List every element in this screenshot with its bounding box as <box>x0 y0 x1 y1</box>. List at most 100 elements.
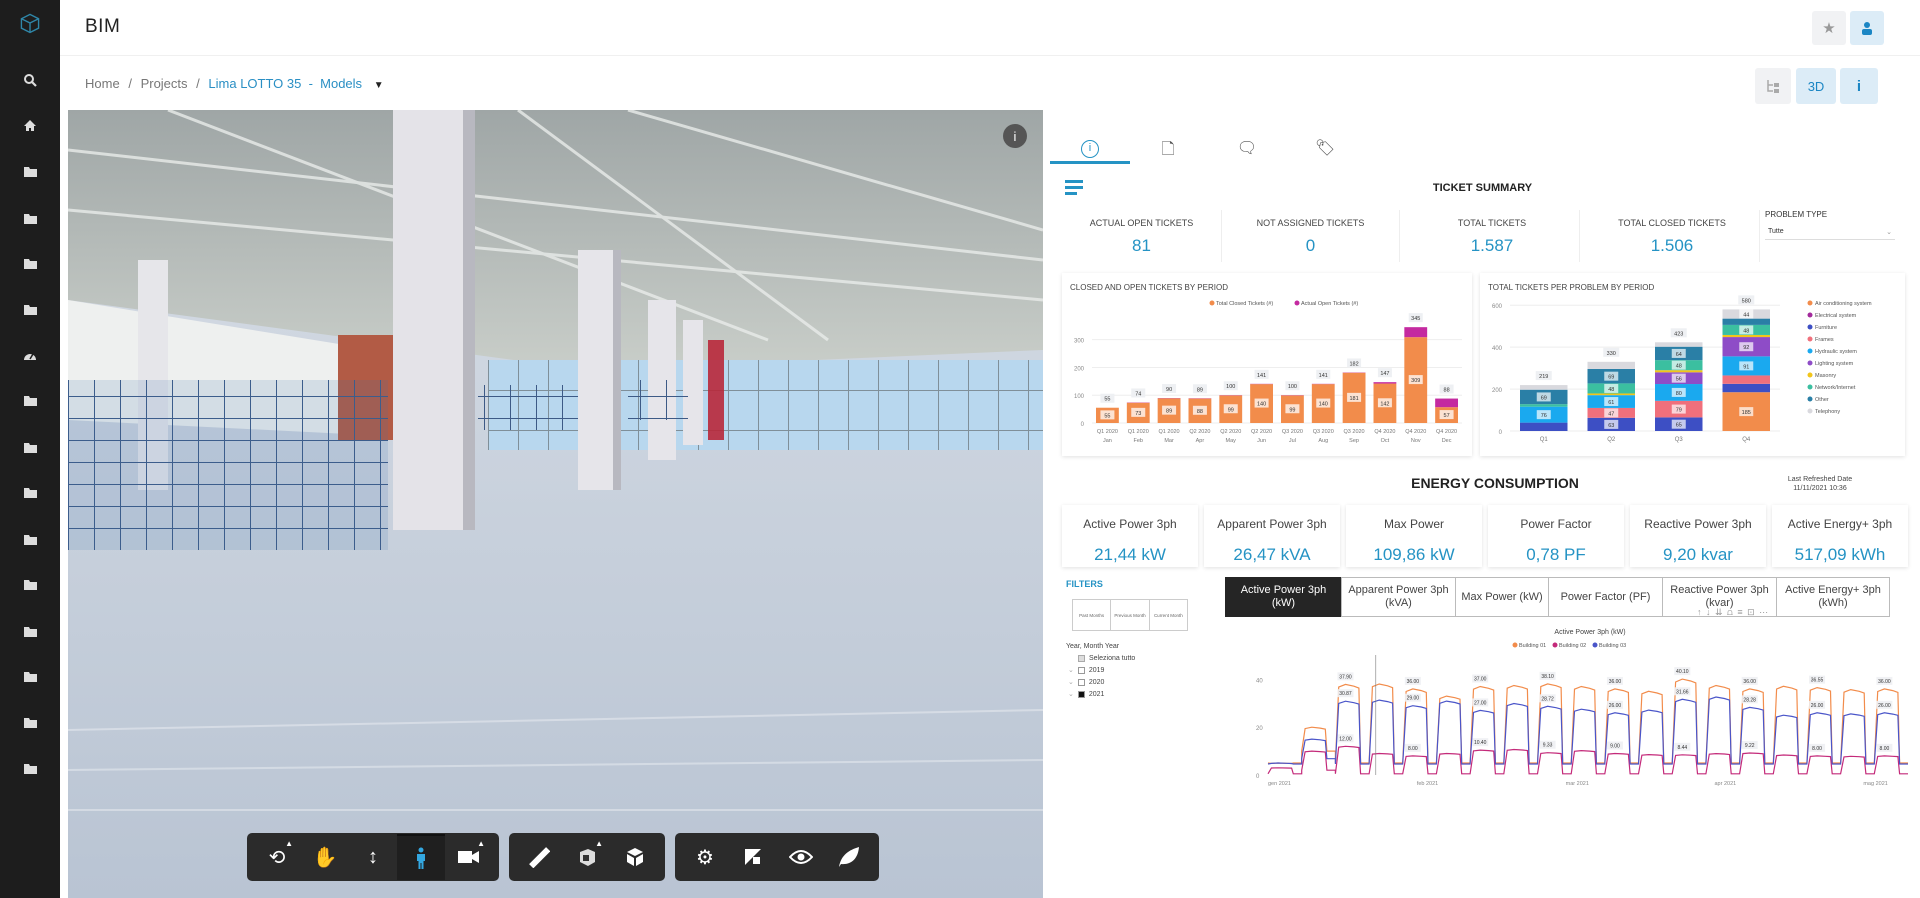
year-option[interactable]: ⌄ 2019 <box>1068 666 1202 674</box>
info-button[interactable]: i <box>1840 68 1878 104</box>
breadcrumb-projects[interactable]: Projects <box>141 76 188 91</box>
x-tick-label: Q2 2020 <box>1220 429 1241 435</box>
project-dropdown-caret-icon[interactable]: ▼ <box>374 80 384 91</box>
sidebar-item-folder[interactable] <box>18 390 42 410</box>
camera-tool-button[interactable]: ▲ <box>445 834 493 880</box>
sidebar-item-folder[interactable] <box>18 299 42 319</box>
year-option[interactable]: ⌄ 2020 <box>1068 678 1202 686</box>
tab-documents[interactable]: 🗋 <box>1128 138 1208 165</box>
3d-view-button[interactable]: 3D <box>1796 68 1836 104</box>
info-circle-icon: i <box>1081 140 1099 158</box>
3d-model-viewer[interactable]: i <box>68 110 1043 898</box>
kpi-value: 1.587 <box>1470 236 1514 255</box>
legend-marker <box>1807 408 1813 414</box>
visual-header-icons[interactable]: ↑ ↓ ⇊ ⩍ ≡ ⊡ ⋯ <box>1697 607 1769 618</box>
properties-button[interactable] <box>777 834 825 880</box>
year-checkbox[interactable] <box>1077 678 1085 686</box>
bar-segment <box>1722 334 1770 338</box>
data-label: 88 <box>1197 409 1203 415</box>
chevron-down-icon[interactable]: ⌄ <box>1068 678 1074 686</box>
first-person-tool-button[interactable] <box>397 834 445 880</box>
chevron-down-icon[interactable]: ⌄ <box>1068 690 1074 698</box>
data-label: 76 <box>1541 413 1547 419</box>
pan-tool-button[interactable]: ✋ <box>301 834 349 880</box>
sidebar-item-search[interactable] <box>18 70 42 90</box>
filters-title: FILTERS <box>1066 579 1103 589</box>
bar-segment <box>1655 370 1703 373</box>
legend-label: Building 01 <box>1519 643 1546 649</box>
favorite-button[interactable]: ★ <box>1812 11 1846 45</box>
current-month-button[interactable]: Current Month <box>1150 600 1187 630</box>
metric-tab[interactable]: Active Energy+ 3ph (kWh) <box>1776 577 1890 617</box>
measure-tool-button[interactable] <box>515 834 563 880</box>
previous-month-button[interactable]: Previous Month <box>1111 600 1150 630</box>
metric-tab[interactable]: Power Factor (PF) <box>1548 577 1663 617</box>
environment-button[interactable] <box>825 834 873 880</box>
sidebar-item-dashboard[interactable] <box>18 345 42 365</box>
data-label: 8.44 <box>1677 745 1687 751</box>
sidebar-item-folder[interactable] <box>18 712 42 732</box>
sidebar-item-folder[interactable] <box>18 208 42 228</box>
section-tool-button[interactable]: ▲ <box>563 834 611 880</box>
sidebar-item-folder[interactable] <box>18 666 42 686</box>
vertical-arrows-icon: ↕ <box>368 845 378 868</box>
bar-segment <box>1404 327 1428 338</box>
breadcrumb-current-project[interactable]: Lima LOTTO 35 - Models <box>208 76 362 91</box>
tab-info[interactable]: i <box>1050 138 1130 158</box>
viewer-info-button[interactable]: i <box>1003 124 1027 148</box>
hamburger-menu-icon[interactable] <box>1065 180 1083 195</box>
total-label: 89 <box>1197 387 1203 393</box>
checkbox-partial[interactable] <box>1078 655 1085 662</box>
sidebar-item-home[interactable] <box>18 115 42 135</box>
x-tick-label: Nov <box>1411 438 1421 444</box>
ruler-icon <box>529 847 550 868</box>
sidebar-item-folder[interactable] <box>18 758 42 778</box>
breadcrumb-separator: / <box>196 76 200 91</box>
data-label: 10.40 <box>1474 740 1487 746</box>
chevron-down-icon[interactable]: ⌄ <box>1068 666 1074 674</box>
user-button[interactable] <box>1850 11 1884 45</box>
settings-button[interactable]: ⚙ <box>681 834 729 880</box>
folder-icon <box>23 534 37 545</box>
year-option[interactable]: ⌄ 2021 <box>1068 690 1202 698</box>
sidebar-item-folder[interactable] <box>18 482 42 502</box>
data-label: 28.72 <box>1541 696 1554 702</box>
orbit-tool-button[interactable]: ⟲ ▲ <box>253 834 301 880</box>
explode-tool-button[interactable] <box>611 834 659 880</box>
metric-tab[interactable]: Active Power 3ph (kW) <box>1225 577 1342 617</box>
data-label: 185 <box>1742 410 1751 416</box>
metric-tab[interactable]: Apparent Power 3ph (kVA) <box>1341 577 1456 617</box>
folder-icon <box>23 442 37 453</box>
x-tick-label: mag 2021 <box>1863 781 1887 787</box>
x-tick-label: Q1 2020 <box>1159 429 1180 435</box>
tab-tags[interactable]: 🏷 <box>1285 138 1365 158</box>
model-tree-button[interactable] <box>1755 68 1791 104</box>
past-months-button[interactable]: Past Months <box>1073 600 1112 630</box>
year-checkbox[interactable] <box>1077 690 1085 698</box>
breadcrumb-home[interactable]: Home <box>85 76 120 91</box>
year-checkbox[interactable] <box>1077 666 1085 674</box>
eye-icon <box>789 850 813 864</box>
sidebar-item-folder[interactable] <box>18 529 42 549</box>
data-label: 91 <box>1743 364 1749 370</box>
kpi-label: Active Energy+ 3ph <box>1787 517 1893 531</box>
x-tick-label: Sep <box>1349 438 1359 444</box>
sidebar-item-folder[interactable] <box>18 253 42 273</box>
bar-segment <box>1373 382 1397 384</box>
zoom-tool-button[interactable]: ↕ <box>349 834 397 880</box>
metric-tab[interactable]: Max Power (kW) <box>1455 577 1549 617</box>
data-label: 29.00 <box>1407 696 1420 702</box>
model-browser-button[interactable] <box>729 834 777 880</box>
tree-icon <box>1767 80 1779 93</box>
sidebar-item-folder[interactable] <box>18 574 42 594</box>
x-tick-label: apr 2021 <box>1715 781 1737 787</box>
select-all-option[interactable]: Seleziona tutto <box>1078 655 1202 662</box>
tab-comments[interactable]: 🗨 <box>1207 138 1287 158</box>
sidebar-item-folder[interactable] <box>18 621 42 641</box>
x-tick-label: Q3 2020 <box>1313 429 1334 435</box>
y-tick-label: 0 <box>1499 430 1503 436</box>
sidebar-item-folder[interactable] <box>18 161 42 181</box>
app-logo-icon[interactable] <box>18 10 42 36</box>
sidebar-item-folder[interactable] <box>18 437 42 457</box>
problem-type-select[interactable]: Tutte ⌄ <box>1765 224 1895 240</box>
